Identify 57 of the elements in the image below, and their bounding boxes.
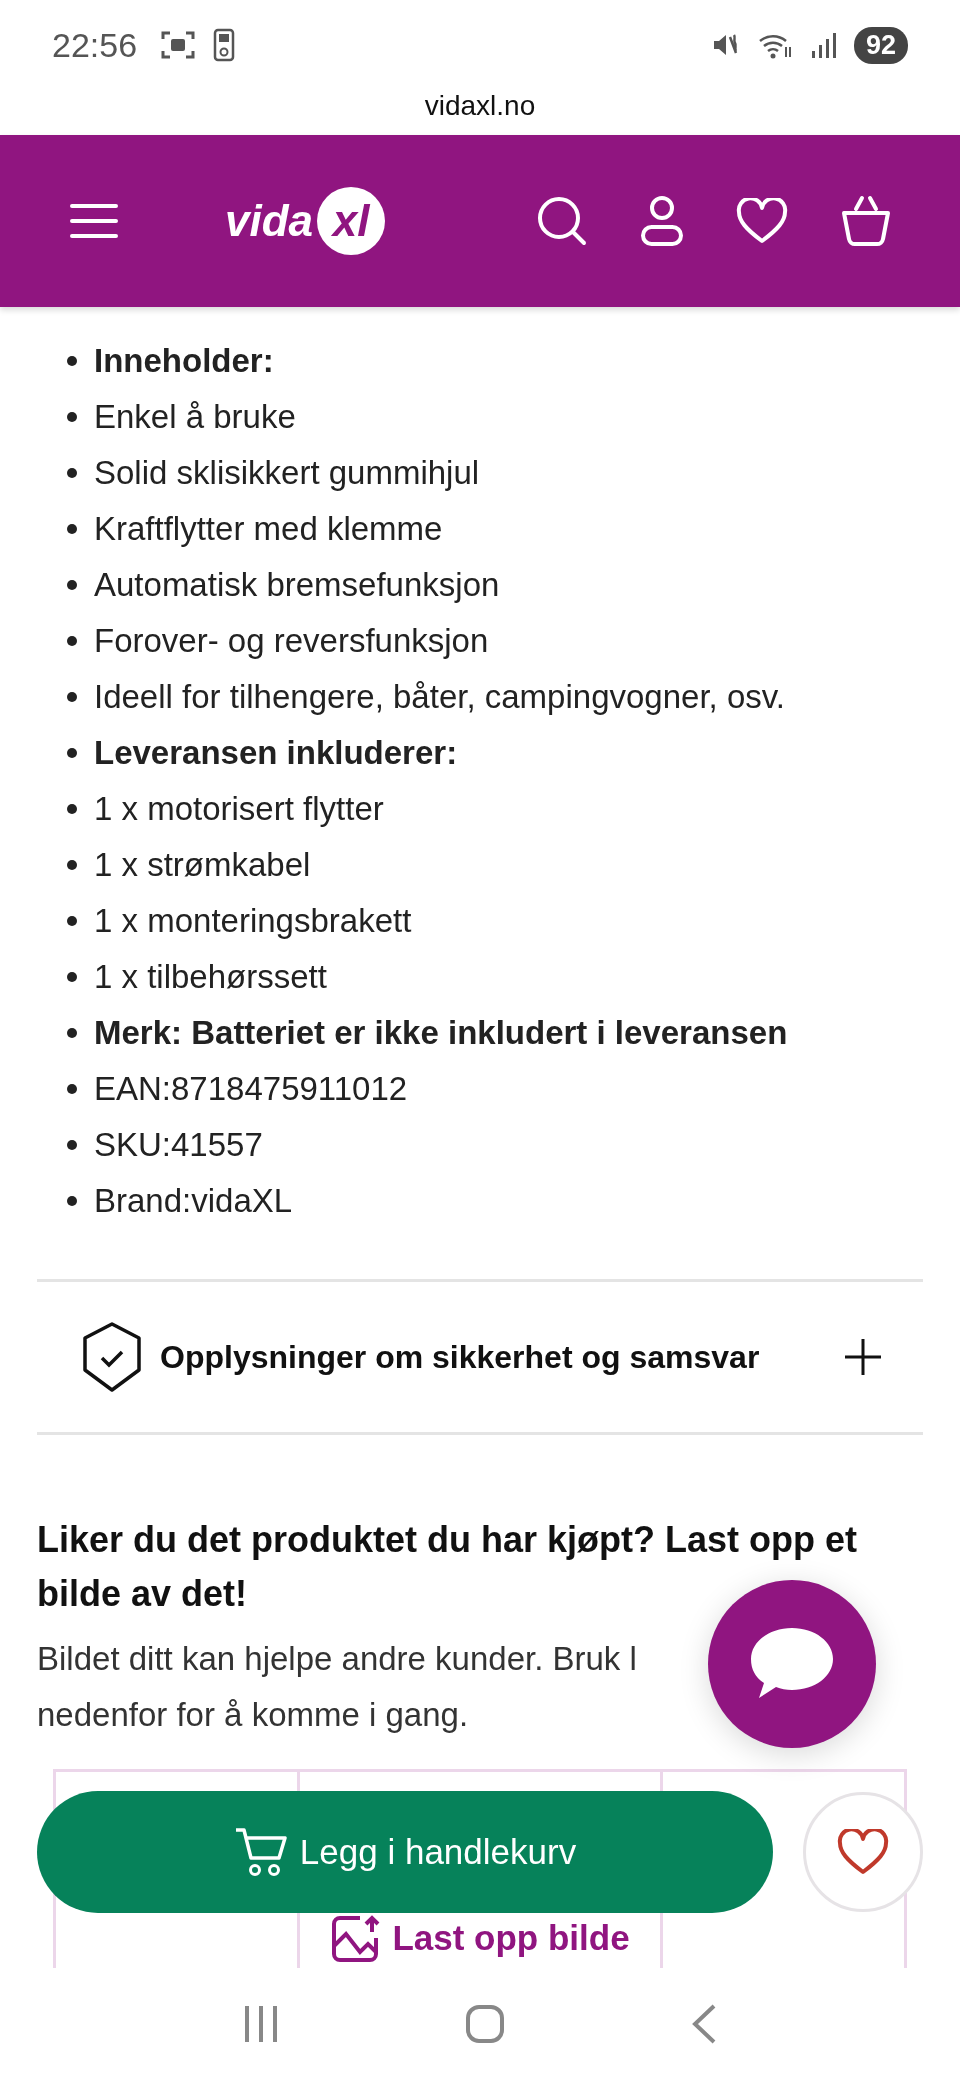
url-text[interactable]: vidaxl.no: [424, 90, 536, 122]
bullet-icon: [67, 916, 77, 926]
device-icon: [213, 28, 236, 62]
cart-icon: [233, 1826, 288, 1878]
spec-text: Inneholder:: [94, 342, 274, 380]
spec-text: SKU:41557: [94, 1126, 263, 1164]
add-to-cart-button[interactable]: Legg i handlekurv: [37, 1791, 773, 1913]
section-text: Bildet ditt kan hjelpe andre kunder. Bruk l nedenfor for å komme i gang.: [37, 1639, 638, 1735]
bullet-icon: [67, 580, 77, 590]
bullet-icon: [67, 748, 77, 758]
bullet-icon: [67, 1140, 77, 1150]
spec-text: Automatisk bremsefunksjon: [94, 566, 500, 604]
spec-text: Kraftflytter med klemme: [94, 510, 443, 548]
spec-text: 1 x motorisert flytter: [94, 790, 384, 828]
accordion-header[interactable]: Opplysninger om sikkerhet og samsvar: [37, 1282, 923, 1432]
accordion-title: Opplysninger om sikkerhet og samsvar: [160, 1338, 761, 1376]
bullet-icon: [67, 412, 77, 422]
spec-text: Enkel å bruke: [94, 398, 296, 436]
vidaxl-logo[interactable]: vida xl: [225, 187, 386, 255]
bullet-icon: [67, 468, 77, 478]
shield-check-icon: [80, 1321, 144, 1393]
bullet-icon: [67, 524, 77, 534]
spec-text: 1 x strømkabel: [94, 846, 311, 884]
bullet-icon: [67, 356, 77, 366]
bullet-icon: [67, 1084, 77, 1094]
spec-text: Merk: Batteriet er ikke inkludert i leveransen: [94, 1014, 788, 1052]
back-icon[interactable]: [691, 2004, 717, 2044]
spec-text: Brand:vidaXL: [94, 1182, 293, 1220]
spec-text: Forover- og reversfunksjon: [94, 622, 489, 660]
heart-icon[interactable]: [736, 198, 788, 244]
plus-icon: [843, 1337, 883, 1377]
battery-indicator: 92: [853, 26, 908, 64]
basket-icon[interactable]: [840, 195, 892, 247]
bullet-icon: [67, 972, 77, 982]
upload-photo-button[interactable]: Last opp bilde: [330, 1912, 630, 1964]
bullet-icon: [67, 804, 77, 814]
bullet-icon: [67, 636, 77, 646]
recent-apps-icon[interactable]: [243, 2004, 279, 2044]
signal-icon: [809, 31, 836, 59]
home-icon[interactable]: [465, 2004, 505, 2044]
screenshot-icon: [161, 30, 196, 60]
spec-text: EAN:8718475911012: [94, 1070, 408, 1108]
bullet-icon: [67, 692, 77, 702]
search-icon[interactable]: [536, 195, 588, 247]
spec-text: Solid sklisikkert gummihjul: [94, 454, 480, 492]
bullet-icon: [67, 1028, 77, 1038]
section-heading: Liker du det produktet du har kjøpt? Last opp et bilde av det!: [37, 1518, 859, 1616]
bullet-icon: [67, 860, 77, 870]
spec-text: Leveransen inkluderer:: [94, 734, 458, 772]
bullet-icon: [67, 1196, 77, 1206]
spec-text: 1 x monteringsbrakett: [94, 902, 412, 940]
heart-icon: [837, 1829, 889, 1875]
spec-text: 1 x tilbehørssett: [94, 958, 327, 996]
user-icon[interactable]: [640, 195, 684, 247]
spec-text: Ideell for tilhengere, båter, campingvogner, osv.: [94, 678, 785, 716]
status-time: 22:56: [52, 25, 138, 65]
menu-icon[interactable]: [70, 203, 118, 239]
